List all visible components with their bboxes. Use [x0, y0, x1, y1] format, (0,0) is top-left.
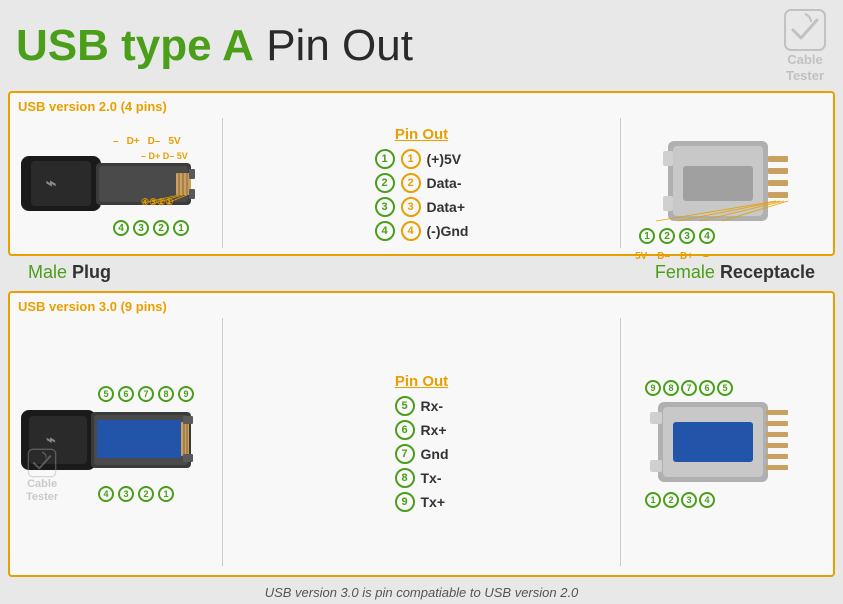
- divider-2: [620, 118, 621, 248]
- divider-4: [620, 318, 621, 566]
- pin-desc-5: Rx-: [421, 398, 444, 414]
- svg-text:⌁: ⌁: [45, 173, 56, 193]
- receptacle3-top-nums: 9 8 7 6 5: [645, 380, 733, 396]
- pin-circle-inner-1: 1: [401, 149, 421, 169]
- pin-item-6: 6 Rx+: [395, 420, 449, 440]
- divider-1: [222, 118, 223, 248]
- female-receptacle-image: 1 2 3 4 5VD–D+–: [625, 118, 825, 248]
- pin-circle-outer-2: 2: [375, 173, 395, 193]
- receptacle-bottom-labels: 5VD–D+–: [635, 251, 709, 262]
- logo-text-30: CableTester: [26, 478, 58, 504]
- logo-area: CableTester: [783, 8, 827, 83]
- pin-circle-outer-1: 1: [375, 149, 395, 169]
- version-3-content: ⌁: [18, 318, 825, 566]
- section-labels: Male Plug Female Receptacle: [8, 260, 835, 285]
- receptacle3-bottom-nums: 1 2 3 4: [645, 492, 715, 508]
- pin-item-7: 7 Gnd: [395, 444, 449, 464]
- receptacle-bottom-nums: 1 2 3 4: [639, 228, 715, 244]
- pin-circle-outer-4: 4: [375, 221, 395, 241]
- cable-tester-logo-icon: [783, 8, 827, 52]
- pin-circle-7: 7: [395, 444, 415, 464]
- pin-item-5: 5 Rx-: [395, 396, 449, 416]
- pin-desc-8: Tx-: [421, 470, 442, 486]
- pin-circle-inner-3: 3: [401, 197, 421, 217]
- pin-item-2: 2 2 Data-: [375, 173, 469, 193]
- pin-list-2: 1 1 (+)5V 2 2 Data- 3 3 Data+: [375, 149, 469, 241]
- pin-desc-9: Tx+: [421, 494, 446, 510]
- pinout-section-3: Pin Out 5 Rx- 6 Rx+ 7 Gnd: [227, 369, 616, 516]
- divider-3: [222, 318, 223, 566]
- version-3-box: USB version 3.0 (9 pins) ⌁: [8, 291, 835, 577]
- pin-item-1: 1 1 (+)5V: [375, 149, 469, 169]
- title-usb: USB type A: [16, 21, 254, 70]
- pin-item-4: 4 4 (-)Gnd: [375, 221, 469, 241]
- version-2-content: ⌁ – D+ D– 5V ④③②①: [18, 118, 825, 248]
- plug-top-labels: –D+D–5V: [113, 136, 181, 147]
- pin-item-9: 9 Tx+: [395, 492, 449, 512]
- female-receptacle-label: Female Receptacle: [655, 262, 815, 283]
- version-2-box: USB version 2.0 (4 pins) ⌁: [8, 91, 835, 256]
- plug3-top-nums: 5 6 7 8 9: [98, 386, 194, 402]
- plug-bottom-nums: 4 3 2 1: [113, 220, 189, 236]
- pinout-section-2: Pin Out 1 1 (+)5V 2 2 Data-: [227, 122, 616, 245]
- female-receptacle-3-image: 9 8 7 6 5 1 2 3 4: [625, 372, 825, 512]
- pin-desc-6: Rx+: [421, 422, 447, 438]
- footer: USB version 3.0 is pin compatiable to US…: [0, 581, 843, 604]
- content-area: USB version 2.0 (4 pins) ⌁: [0, 87, 843, 581]
- male-plug-label: Male Plug: [28, 262, 111, 283]
- pin-circle-6: 6: [395, 420, 415, 440]
- male-plug-image: ⌁ – D+ D– 5V ④③②①: [18, 118, 218, 248]
- svg-text:– D+ D– 5V: – D+ D– 5V: [141, 151, 188, 161]
- pin-circle-9: 9: [395, 492, 415, 512]
- header: USB type A Pin Out CableTester: [0, 0, 843, 87]
- female-receptacle-svg: [628, 121, 823, 246]
- pin-item-8: 8 Tx-: [395, 468, 449, 488]
- pin-desc-7: Gnd: [421, 446, 449, 462]
- pin-desc-2: Data-: [427, 175, 462, 191]
- logo-text: CableTester: [786, 52, 824, 83]
- pin-circle-8: 8: [395, 468, 415, 488]
- logo-icon-30: [27, 448, 57, 478]
- male-plug-3-image: ⌁: [18, 372, 218, 512]
- logo-area-30: CableTester: [26, 448, 58, 504]
- pin-desc-4: (-)Gnd: [427, 223, 469, 239]
- pin-list-3: 5 Rx- 6 Rx+ 7 Gnd 8 Tx-: [395, 396, 449, 512]
- pinout-title-2: Pin Out: [395, 126, 448, 143]
- version-2-label: USB version 2.0 (4 pins): [18, 99, 825, 114]
- footer-text: USB version 3.0 is pin compatiable to US…: [265, 585, 579, 600]
- pin-desc-3: Data+: [427, 199, 466, 215]
- svg-text:⌁: ⌁: [46, 432, 56, 449]
- main-container: USB type A Pin Out CableTester USB versi…: [0, 0, 843, 604]
- pin-circle-outer-3: 3: [375, 197, 395, 217]
- pinout-title-3: Pin Out: [395, 373, 448, 390]
- pin-item-3: 3 3 Data+: [375, 197, 469, 217]
- pin-desc-1: (+)5V: [427, 151, 462, 167]
- pin-circle-5: 5: [395, 396, 415, 416]
- main-title: USB type A Pin Out: [16, 24, 413, 68]
- plug3-bottom-nums: 4 3 2 1: [98, 486, 174, 502]
- title-pinout: Pin Out: [254, 21, 413, 70]
- pin-circle-inner-2: 2: [401, 173, 421, 193]
- version-3-label: USB version 3.0 (9 pins): [18, 299, 825, 314]
- pin-circle-inner-4: 4: [401, 221, 421, 241]
